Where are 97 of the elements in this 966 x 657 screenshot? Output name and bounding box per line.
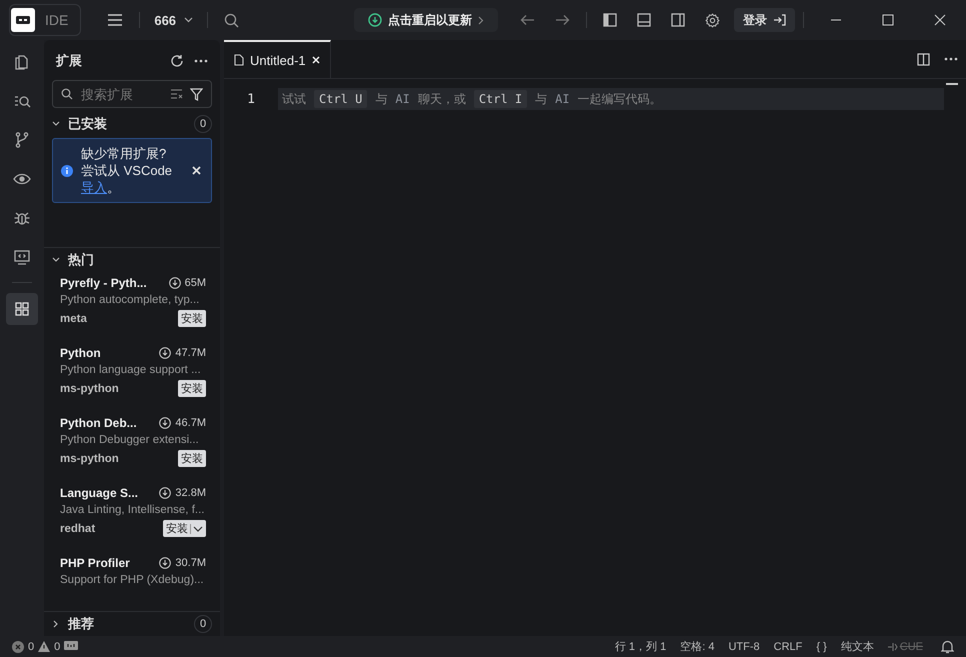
download-icon bbox=[159, 347, 172, 359]
notice-punctuation: 。 bbox=[107, 180, 120, 195]
status-item[interactable]: CRLF bbox=[774, 640, 802, 652]
download-count: 30.7M bbox=[175, 557, 206, 569]
hint-keyword: AI bbox=[395, 92, 410, 106]
extension-name[interactable]: Python Deb... bbox=[60, 416, 156, 430]
shortcut-key: Ctrl U bbox=[314, 90, 368, 108]
extension-name[interactable]: PHP Profiler bbox=[60, 556, 156, 570]
status-item[interactable]: 行 1，列 1 bbox=[614, 639, 666, 654]
extension-description: Python language support ... bbox=[60, 364, 202, 376]
bottom-panel-icon[interactable] bbox=[637, 13, 651, 27]
app-logo[interactable]: IDE bbox=[9, 4, 82, 36]
extension-name[interactable]: Pyrefly - Pyth... bbox=[60, 276, 165, 290]
login-icon bbox=[773, 14, 786, 26]
hint-text: 一起编写代码。 bbox=[578, 90, 662, 108]
search-icon[interactable] bbox=[224, 12, 240, 28]
forward-arrow-icon[interactable] bbox=[555, 14, 570, 26]
extension-description: Java Linting, Intellisense, f... bbox=[60, 504, 206, 516]
hint-text: 试试 bbox=[282, 90, 306, 108]
right-panel-icon[interactable] bbox=[671, 13, 685, 27]
hint-text: 与 bbox=[535, 90, 548, 108]
shortcut-key: Ctrl I bbox=[474, 90, 528, 108]
extensions-icon[interactable] bbox=[6, 293, 38, 325]
app-label: IDE bbox=[45, 12, 68, 28]
publisher-name: meta bbox=[60, 312, 87, 324]
download-icon bbox=[168, 277, 181, 289]
extension-description: Python Debugger extensi... bbox=[60, 434, 200, 446]
left-panel-icon[interactable] bbox=[603, 13, 617, 27]
chevron-icon bbox=[478, 16, 484, 24]
download-icon bbox=[159, 417, 172, 429]
status-item[interactable]: 空格: 4 bbox=[680, 639, 714, 654]
download-icon bbox=[159, 557, 172, 569]
publisher-name: ms-python bbox=[60, 452, 119, 464]
section-header[interactable]: 已安装 0 bbox=[44, 112, 220, 136]
menu-icon[interactable] bbox=[107, 13, 124, 27]
download-count: 65M bbox=[184, 277, 206, 289]
maximize-icon[interactable] bbox=[882, 14, 894, 26]
download-icon bbox=[368, 13, 382, 27]
publisher-name: redhat bbox=[60, 522, 96, 534]
extension-description: Python autocomplete, typ... bbox=[60, 294, 200, 306]
download-count: 46.7M bbox=[175, 417, 206, 429]
login-button[interactable]: 登录 bbox=[734, 8, 795, 32]
search-field[interactable]: 搜索扩展 bbox=[52, 80, 212, 108]
hint-text: 聊天，或 bbox=[418, 90, 466, 108]
more-icon[interactable] bbox=[944, 57, 958, 61]
error-count[interactable]: 0 bbox=[28, 640, 34, 652]
warning-icon[interactable] bbox=[38, 641, 50, 652]
hint-keyword: AI bbox=[555, 92, 570, 106]
extension-name[interactable]: Language S... bbox=[60, 486, 156, 500]
line-number: 1 bbox=[246, 92, 256, 106]
download-count: 47.7M bbox=[175, 347, 206, 359]
logo-icon bbox=[11, 8, 35, 32]
error-icon[interactable] bbox=[12, 640, 24, 652]
close-icon[interactable] bbox=[934, 14, 946, 26]
bell-icon[interactable] bbox=[941, 640, 954, 654]
publisher-name: ms-python bbox=[60, 382, 119, 394]
hint-text: 与 bbox=[375, 90, 388, 108]
search-input[interactable]: 搜索扩展 bbox=[79, 86, 164, 102]
caret-icon bbox=[184, 17, 194, 23]
update-button[interactable]: 点击重启以更新 bbox=[354, 8, 498, 32]
more-icon[interactable] bbox=[194, 59, 208, 63]
notice-text: 尝试从 VSCode bbox=[81, 162, 174, 179]
warning-count[interactable]: 0 bbox=[54, 640, 60, 652]
section-header[interactable]: 热门 bbox=[44, 247, 220, 272]
count-badge: 0 bbox=[194, 615, 212, 633]
file-icon bbox=[234, 54, 244, 66]
install-split-button[interactable]: 安装 bbox=[163, 520, 206, 537]
extension-description: Support for PHP (Xdebug)... bbox=[60, 574, 205, 586]
clear-filter-icon[interactable] bbox=[170, 89, 184, 99]
download-count: 32.8M bbox=[175, 487, 206, 499]
refresh-icon[interactable] bbox=[170, 54, 184, 68]
download-icon bbox=[159, 487, 172, 499]
status-item[interactable]: { } bbox=[816, 640, 827, 652]
extension-name[interactable]: Python bbox=[60, 346, 156, 360]
tab-label: Untitled-1 bbox=[250, 52, 306, 68]
install-button[interactable]: 安装 bbox=[178, 380, 206, 397]
install-button[interactable]: 安装 bbox=[178, 450, 206, 467]
project-dropdown[interactable]: 666 bbox=[146, 12, 202, 28]
count-badge: 0 bbox=[194, 115, 212, 133]
import-link[interactable]: 导入 bbox=[81, 180, 107, 195]
notice-text: 缺少常用扩展? bbox=[81, 145, 168, 162]
settings-icon[interactable] bbox=[705, 12, 720, 28]
install-button[interactable]: 安装 bbox=[178, 310, 206, 327]
split-editor-icon[interactable] bbox=[917, 52, 930, 66]
status-item[interactable]: UTF-8 bbox=[728, 640, 760, 652]
terminal-icon[interactable] bbox=[64, 640, 78, 652]
filter-icon[interactable] bbox=[190, 88, 203, 100]
close-icon[interactable] bbox=[192, 166, 201, 175]
status-item[interactable]: 纯文本 bbox=[840, 639, 874, 654]
sidebar-title: 扩展 bbox=[56, 52, 82, 70]
info-icon bbox=[61, 164, 73, 176]
dropdown-caret-icon[interactable] bbox=[190, 524, 204, 534]
install-label[interactable]: 安装 bbox=[166, 521, 188, 536]
search-icon bbox=[61, 88, 73, 100]
back-arrow-icon[interactable] bbox=[520, 14, 535, 26]
disabled-icon bbox=[888, 642, 898, 652]
editor-tab[interactable]: Untitled-1 bbox=[224, 40, 331, 78]
